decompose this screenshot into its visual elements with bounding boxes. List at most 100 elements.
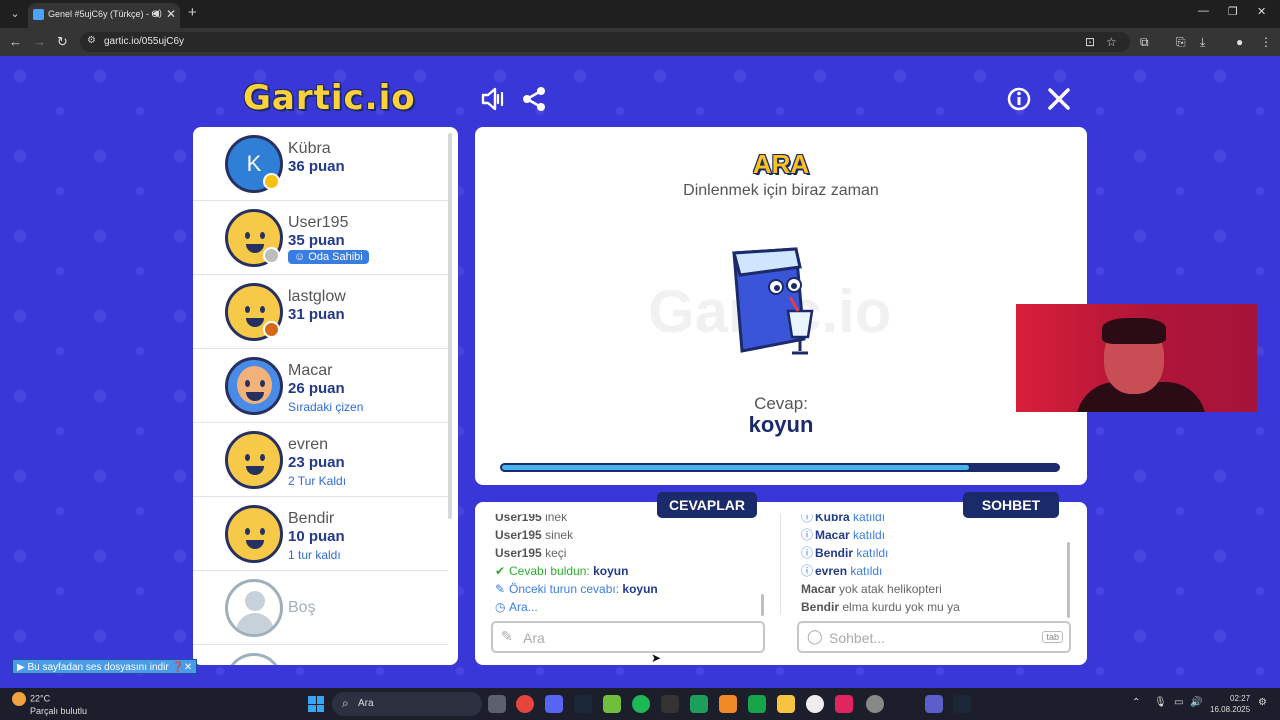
answers-chat-panel: User195 inek User195 sinek User195 keçi … <box>475 502 1087 665</box>
tab-close-icon[interactable]: ✕ <box>166 7 176 21</box>
chat-message: Bendir elma kurdu yok mu ya <box>801 600 960 614</box>
network-icon[interactable]: ▭ <box>1174 697 1183 708</box>
favicon-icon <box>33 9 44 20</box>
steam-icon[interactable] <box>574 695 592 713</box>
share-icon[interactable] <box>521 86 547 112</box>
answers-scrollbar[interactable] <box>761 594 764 616</box>
pencil-icon: ✎ <box>501 628 513 644</box>
app-icon[interactable] <box>603 695 621 713</box>
vlc-icon[interactable] <box>719 695 737 713</box>
audio-playing-icon[interactable]: ◀) <box>152 8 162 19</box>
tab-title: Genel #5ujC6y (Türkçe) - G <box>48 9 158 19</box>
players-scrollbar[interactable] <box>448 133 452 519</box>
download-audio-bar[interactable]: ▶ Bu sayfadan ses dosyasını indir ❓✕ <box>12 659 198 674</box>
info-icon: ⓘ <box>801 514 814 524</box>
player-row[interactable]: lastglow 31 puan <box>193 275 448 349</box>
url-field[interactable]: ⚙ gartic.io/055ujC6y <box>80 32 1130 52</box>
chatgpt-icon[interactable] <box>866 695 884 713</box>
player-row[interactable]: evren 23 puan 2 Tur Kaldı <box>193 423 448 497</box>
tab-key-hint: tab <box>1042 631 1063 643</box>
task-view-icon[interactable] <box>488 695 506 713</box>
player-score: 35 puan <box>288 232 345 249</box>
windows-start-icon[interactable] <box>308 696 324 712</box>
bookmark-star-icon[interactable]: ☆ <box>1106 35 1117 49</box>
tab-search-icon[interactable]: ⌄ <box>6 5 24 23</box>
drinking-mascot-icon <box>732 247 814 355</box>
edge-icon[interactable] <box>690 695 708 713</box>
player-name: Macar <box>288 362 333 379</box>
avatar <box>225 505 283 563</box>
round-timer-bar <box>500 463 1060 472</box>
chrome-icon[interactable] <box>516 695 534 713</box>
new-tab-icon[interactable]: + <box>188 4 197 21</box>
notifications-icon[interactable]: ⚙ <box>1258 697 1267 708</box>
sound-icon[interactable] <box>480 86 506 112</box>
chat-input[interactable]: ◯ Sohbet... tab <box>797 621 1071 653</box>
tray-chevron-icon[interactable]: ⌃ <box>1132 697 1140 708</box>
minimize-icon[interactable]: — <box>1198 5 1209 17</box>
info-icon: ⓘ <box>801 528 814 542</box>
check-icon: ✔ <box>495 564 506 578</box>
game-page: Gartic.io K Kübra 36 puan User195 35 pua… <box>0 56 1280 688</box>
taskbar-clock[interactable]: 02:27 16.08.2025 <box>1210 693 1250 715</box>
download-icon[interactable]: ⤓ <box>1200 35 1205 50</box>
status-dot <box>263 321 280 338</box>
player-name: Kübra <box>288 140 331 157</box>
gartic-logo[interactable]: Gartic.io <box>243 78 416 118</box>
headset-icon[interactable] <box>835 695 853 713</box>
extensions-icon[interactable]: ⧉ <box>1140 35 1149 50</box>
round-timer-fill <box>502 465 970 470</box>
player-row[interactable]: User195 35 puan ☺ Oda Sahibi <box>193 201 448 275</box>
status-dot <box>263 173 280 190</box>
player-name: Bendir <box>288 510 335 527</box>
back-icon[interactable]: ← <box>9 34 22 49</box>
teams-icon[interactable] <box>925 695 943 713</box>
browser-tab[interactable]: Genel #5ujC6y (Türkçe) - G ◀) ✕ <box>28 3 180 28</box>
player-row[interactable]: K Kübra 36 puan <box>193 127 448 201</box>
answer-word: koyun <box>748 412 814 437</box>
chat-placeholder: Sohbet... <box>829 630 886 646</box>
info-icon: ⓘ <box>801 564 814 578</box>
answer-entry: User195 keçi <box>495 546 567 560</box>
epic-games-icon[interactable] <box>661 695 679 713</box>
tab-answers[interactable]: CEVAPLAR <box>657 492 757 518</box>
spotify-icon[interactable] <box>632 695 650 713</box>
excel-icon[interactable] <box>748 695 766 713</box>
player-name: lastglow <box>288 288 346 305</box>
microphone-icon[interactable]: 🎙 <box>1154 697 1167 708</box>
drawing-canvas: ARA Dinlenmek için biraz zaman Gartic.io… <box>475 127 1087 485</box>
steam-icon-2[interactable] <box>953 695 971 713</box>
player-note: 2 Tur Kaldı <box>288 474 347 488</box>
profile-icon[interactable]: ● <box>1236 35 1243 49</box>
weather-widget[interactable]: 22°C Parçalı bulutlu <box>12 692 87 717</box>
site-info-icon[interactable]: ⚙ <box>87 35 96 46</box>
player-score: 26 puan <box>288 380 345 397</box>
window-close-icon[interactable]: ✕ <box>1257 5 1266 18</box>
chat-scrollbar[interactable] <box>1067 542 1070 618</box>
forward-icon[interactable]: → <box>33 34 46 49</box>
player-row[interactable]: Bendir 10 puan 1 tur kaldı <box>193 497 448 571</box>
player-score: 23 puan <box>288 454 345 471</box>
answer-placeholder: Ara <box>523 630 545 646</box>
file-explorer-icon[interactable] <box>777 695 795 713</box>
discord-icon[interactable] <box>545 695 563 713</box>
restore-icon[interactable]: ❐ <box>1228 5 1238 18</box>
install-icon[interactable]: ⊡ <box>1085 35 1095 49</box>
player-row[interactable]: Macar 26 puan Sıradaki çizen <box>193 349 448 423</box>
cast-icon[interactable]: ⎘ <box>1176 35 1186 50</box>
empty-slot[interactable] <box>193 645 448 665</box>
taskbar-search[interactable]: ⌕ Ara <box>332 692 482 716</box>
mouse-cursor-icon: ➤ <box>651 651 662 665</box>
close-game-icon[interactable] <box>1046 86 1072 112</box>
previous-answer-entry: ✎ Önceki turun cevabı: koyun <box>495 582 658 596</box>
empty-slot[interactable]: Boş <box>193 571 448 645</box>
pencil-icon: ✎ <box>495 582 506 596</box>
player-score: 36 puan <box>288 158 345 175</box>
menu-icon[interactable]: ⋮ <box>1260 35 1272 49</box>
volume-icon[interactable]: 🔊 <box>1190 697 1202 708</box>
info-icon[interactable] <box>1006 86 1032 112</box>
answer-input[interactable]: ✎ Ara <box>491 621 765 653</box>
obs-icon[interactable] <box>806 695 824 713</box>
reload-icon[interactable]: ↻ <box>57 34 68 50</box>
tab-chat[interactable]: SOHBET <box>963 492 1059 518</box>
